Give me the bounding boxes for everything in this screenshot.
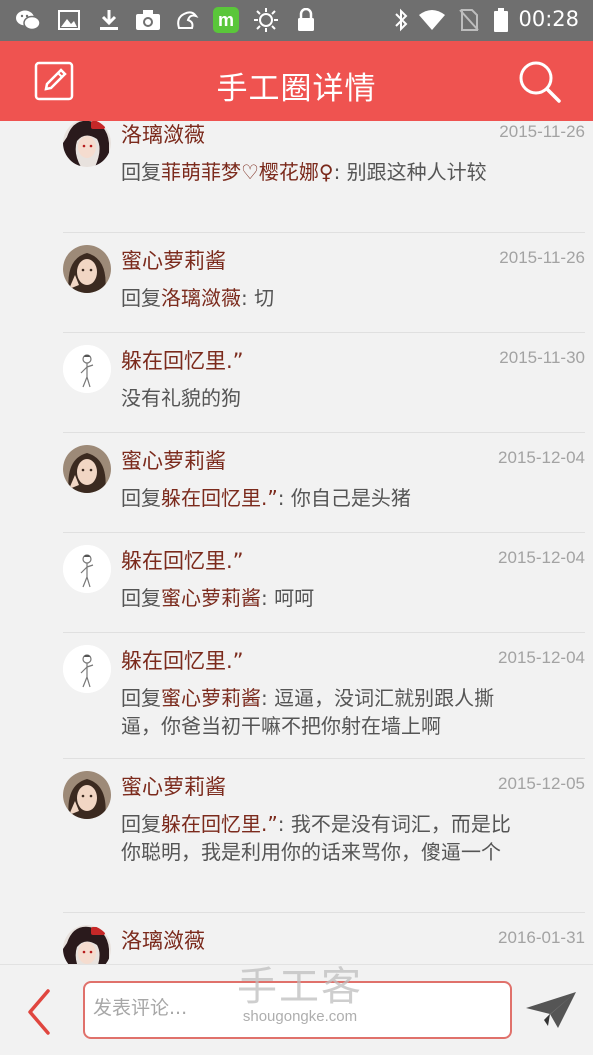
comment-author[interactable]: 蜜心萝莉酱 [121, 771, 226, 801]
lock-icon [292, 6, 320, 34]
comment-text: 回复洛璃潋薇: 切 [121, 286, 275, 310]
reply-to-user[interactable]: 蜜心萝莉酱 [161, 686, 261, 710]
comment-author[interactable]: 洛璃潋薇 [121, 925, 205, 955]
battery-icon [487, 6, 515, 34]
avatar[interactable] [63, 121, 111, 167]
comment-item[interactable]: 洛璃潋薇 2016-01-31 [0, 913, 593, 964]
comment-author[interactable]: 蜜心萝莉酱 [121, 245, 226, 275]
comment-input[interactable] [85, 983, 501, 1033]
no-sim-icon [455, 6, 483, 34]
comment-date: 2015-11-26 [499, 122, 585, 141]
comment-author[interactable]: 躲在回忆里.” [121, 645, 244, 675]
camera-icon [134, 6, 162, 34]
m-app-icon: m [212, 6, 240, 34]
comment-text: 没有礼貌的狗 [121, 386, 241, 410]
comment-item[interactable]: 洛璃潋薇 2015-11-26 回复菲萌菲梦♡樱花娜♀: 别跟这种人计较 [0, 121, 593, 233]
gallery-icon [55, 6, 83, 34]
download-icon [95, 6, 123, 34]
status-bar: m 00:28 [0, 0, 593, 41]
send-paper-plane-icon[interactable] [524, 990, 578, 1030]
comment-bar [0, 964, 593, 1055]
comment-item[interactable]: 蜜心萝莉酱 2015-12-04 回复躲在回忆里.”: 你自己是头猪 [0, 433, 593, 533]
avatar[interactable] [63, 925, 111, 964]
comment-item[interactable]: 蜜心萝莉酱 2015-11-26 回复洛璃潋薇: 切 [0, 233, 593, 333]
app-header: 手工圈详情 [0, 41, 593, 121]
reply-to-user[interactable]: 蜜心萝莉酱 [161, 586, 261, 610]
page-title: 手工圈详情 [216, 71, 377, 107]
comment-date: 2015-12-04 [498, 648, 585, 667]
comment-list[interactable]: 洛璃潋薇 2015-11-26 回复菲萌菲梦♡樱花娜♀: 别跟这种人计较 蜜心萝… [0, 121, 593, 964]
svg-text:m: m [218, 10, 234, 30]
comment-author[interactable]: 洛璃潋薇 [121, 121, 205, 149]
comment-author[interactable]: 蜜心萝莉酱 [121, 445, 226, 475]
wechat-icon [14, 6, 42, 34]
reply-to-user[interactable]: 躲在回忆里.” [161, 486, 278, 510]
comment-date: 2015-11-30 [499, 348, 585, 367]
avatar[interactable] [63, 645, 111, 693]
avatar[interactable] [63, 771, 111, 819]
comment-date: 2016-01-31 [498, 928, 585, 947]
comment-date: 2015-11-26 [499, 248, 585, 267]
comment-text: 回复躲在回忆里.”: 你自己是头猪 [121, 486, 411, 510]
bluetooth-icon [387, 6, 415, 34]
comment-author[interactable]: 躲在回忆里.” [121, 345, 244, 375]
reply-to-user[interactable]: 洛璃潋薇 [161, 286, 241, 310]
comment-item[interactable]: 躲在回忆里.” 2015-12-04 回复蜜心萝莉酱: 呵呵 [0, 533, 593, 633]
comment-date: 2015-12-04 [498, 448, 585, 467]
back-chevron-icon[interactable] [22, 987, 58, 1037]
comment-item[interactable]: 躲在回忆里.” 2015-11-30 没有礼貌的狗 [0, 333, 593, 433]
reply-to-user[interactable]: 躲在回忆里.” [161, 812, 278, 836]
comment-author[interactable]: 躲在回忆里.” [121, 545, 244, 575]
comment-item[interactable]: 躲在回忆里.” 2015-12-04 回复蜜心萝莉酱: 逗逼，没词汇就别跟人撕逼… [0, 633, 593, 759]
comment-item[interactable]: 蜜心萝莉酱 2015-12-05 回复躲在回忆里.”: 我不是没有词汇，而是比你… [0, 759, 593, 913]
comment-text: 回复菲萌菲梦♡樱花娜♀: 别跟这种人计较 [121, 160, 487, 184]
squirrel-app-icon [173, 6, 201, 34]
status-time: 00:28 [518, 7, 579, 31]
avatar[interactable] [63, 345, 111, 393]
reply-to-user[interactable]: 菲萌菲梦♡樱花娜♀ [161, 160, 334, 184]
wifi-icon [418, 6, 446, 34]
comment-date: 2015-12-05 [498, 774, 585, 793]
comment-text: 回复蜜心萝莉酱: 呵呵 [121, 586, 315, 610]
avatar[interactable] [63, 445, 111, 493]
avatar[interactable] [63, 245, 111, 293]
comment-text: 回复躲在回忆里.”: 我不是没有词汇，而是比你聪明，我是利用你的话来骂你，傻逼一… [121, 812, 511, 864]
settings-sun-icon [252, 6, 280, 34]
avatar[interactable] [63, 545, 111, 593]
comment-field[interactable] [83, 981, 512, 1039]
comment-text: 回复蜜心萝莉酱: 逗逼，没词汇就别跟人撕逼，你爸当初干嘛不把你射在墙上啊 [121, 686, 495, 738]
search-icon[interactable] [513, 55, 565, 107]
comment-date: 2015-12-04 [498, 548, 585, 567]
